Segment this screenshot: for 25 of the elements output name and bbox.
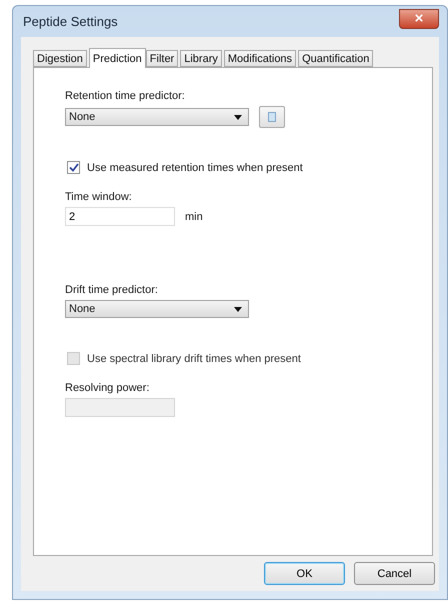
time-window-field[interactable]: 2 [65, 207, 175, 226]
checkbox[interactable] [67, 161, 80, 174]
document-icon [268, 112, 276, 122]
caret-icon [234, 306, 242, 312]
caret-icon [234, 114, 242, 120]
tab[interactable]: Library [180, 50, 222, 67]
dropdown[interactable]: None [65, 300, 249, 318]
tab[interactable]: Quantification [298, 50, 374, 67]
cancel-button[interactable]: Cancel [354, 562, 435, 585]
tab[interactable]: Digestion [33, 50, 87, 67]
field-label: Resolving power: [65, 382, 150, 394]
checkbox-label: Use spectral library drift times when present [87, 352, 301, 364]
checkbox-label: Use measured retention times when present [87, 162, 303, 174]
window-title: Peptide Settings [23, 14, 118, 29]
tab[interactable]: Filter [146, 50, 178, 67]
dropdown[interactable]: None [65, 108, 249, 126]
field-label: Retention time predictor: [65, 90, 186, 102]
checkmark-icon [68, 163, 78, 172]
field-label: Time window: [65, 191, 133, 203]
ok-button[interactable]: OK [264, 562, 345, 585]
field-label: Drift time predictor: [65, 284, 159, 296]
tab[interactable]: Prediction [88, 48, 146, 68]
edit-button[interactable] [259, 106, 285, 128]
unit-label: min [185, 210, 203, 222]
tab[interactable]: Modifications [224, 50, 296, 67]
